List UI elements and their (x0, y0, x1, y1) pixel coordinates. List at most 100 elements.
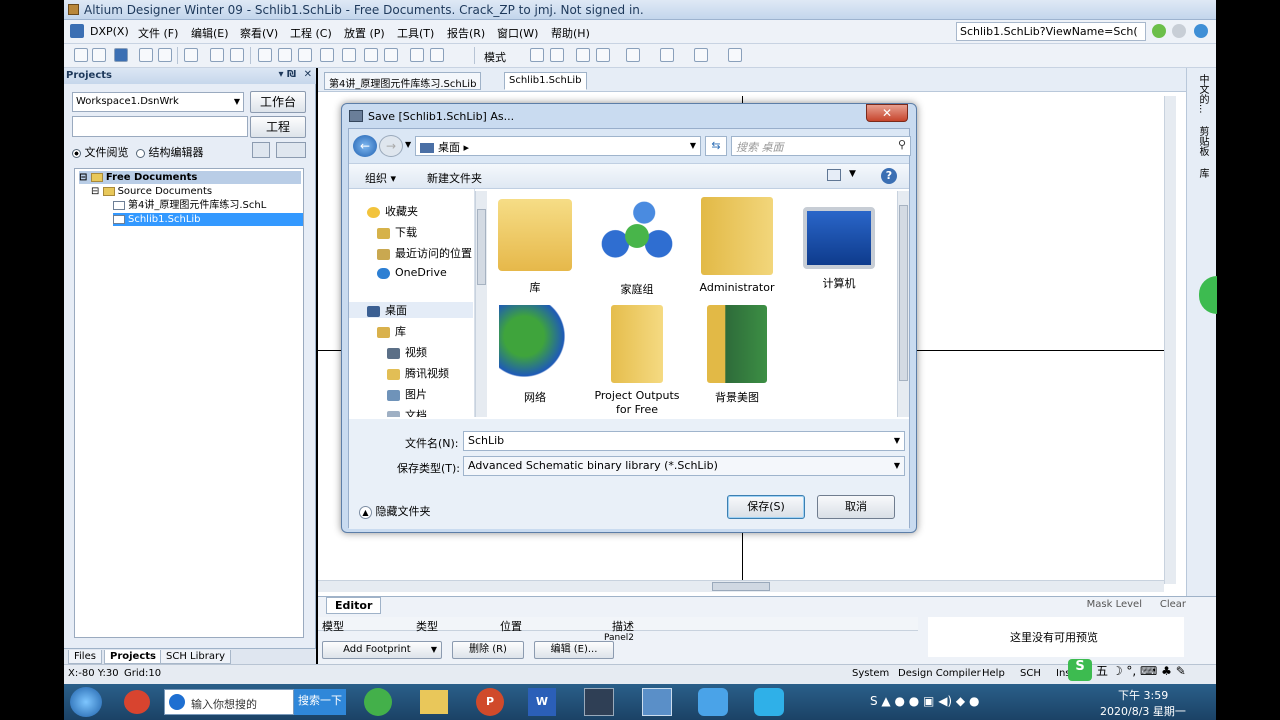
mask-level-button[interactable]: Mask Level (1087, 599, 1142, 610)
rail-tab-2[interactable]: 剪贴板 (1195, 126, 1210, 156)
menu-edit[interactable]: 编辑(E) (191, 25, 229, 41)
menu-reports[interactable]: 报告(R) (447, 25, 485, 41)
menu-dxp[interactable]: DXP(X) (90, 25, 129, 38)
content-scrollbar[interactable] (897, 191, 909, 417)
filename-input[interactable]: SchLib ▼ (463, 431, 905, 451)
altium-icon[interactable] (584, 688, 614, 716)
mode-dropdown[interactable]: 模式 (484, 49, 506, 65)
copy-icon[interactable] (278, 48, 292, 62)
nav-recent[interactable]: 最近访问的位置 (377, 245, 472, 261)
menu-file[interactable]: 文件 (F) (138, 25, 178, 41)
pin-icon[interactable]: ▾ ₪ (278, 69, 296, 80)
nav-scrollbar[interactable] (475, 191, 487, 417)
delete-button[interactable]: 删除 (R) (452, 641, 524, 659)
new-icon[interactable] (74, 48, 88, 62)
item-project-outputs[interactable]: Project Outputs for Free (591, 305, 683, 417)
add-footprint-button[interactable]: Add Footprint ▼ (322, 641, 442, 659)
workspace-button[interactable]: 工作台 (250, 91, 306, 113)
location-breadcrumb[interactable]: 桌面 ▸ ▼ (415, 136, 701, 156)
browser-icon[interactable] (364, 688, 392, 716)
nav-downloads[interactable]: 下载 (377, 224, 417, 240)
print-preview-icon[interactable] (158, 48, 172, 62)
browse-icon[interactable] (184, 48, 198, 62)
tab-doc-2[interactable]: Schlib1.SchLib (504, 72, 587, 90)
powerpoint-icon[interactable]: P (476, 688, 504, 716)
workspace-select[interactable]: Workspace1.DsnWrk ▼ (72, 92, 244, 112)
close-button[interactable]: ✕ (866, 104, 908, 122)
horizontal-scrollbar[interactable] (318, 580, 1164, 592)
item-homegroup[interactable]: 家庭组 (591, 197, 683, 297)
help-icon[interactable]: ? (881, 168, 897, 184)
start-icon[interactable] (70, 687, 102, 717)
item-libraries[interactable]: 库 (489, 197, 581, 295)
scroll-thumb[interactable] (712, 582, 770, 591)
save-button[interactable]: 保存(S) (727, 495, 805, 519)
back-arrow-icon[interactable]: ← (353, 135, 377, 157)
view-chevron-icon[interactable]: ▼ (849, 169, 856, 179)
messenger-icon[interactable] (698, 688, 728, 716)
print-icon[interactable] (139, 48, 153, 62)
item-computer[interactable]: 计算机 (793, 197, 885, 291)
tab-projects[interactable]: Projects (104, 650, 163, 664)
organize-menu[interactable]: 组织 ▾ (365, 170, 396, 186)
tree-item[interactable]: 第4讲_原理图元件库练习.SchL (113, 199, 266, 212)
taskbar-search-button[interactable]: 搜索一下 (294, 689, 346, 715)
menu-help[interactable]: 帮助(H) (551, 25, 590, 41)
tree-item-selected[interactable]: Schlib1.SchLib (113, 213, 303, 226)
project-icon-button[interactable] (252, 142, 270, 158)
nav-pictures[interactable]: 图片 (387, 386, 427, 402)
new-folder-button[interactable]: 新建文件夹 (427, 170, 482, 186)
search-input[interactable]: 搜索 桌面 ⚲ (731, 136, 911, 156)
taskbar-search-input[interactable]: 输入你想搜的 (164, 689, 294, 715)
save-icon[interactable] (114, 48, 128, 62)
menu-view[interactable]: 察看(V) (240, 25, 278, 41)
project-field[interactable] (72, 116, 248, 137)
radio-structure[interactable] (136, 148, 145, 158)
tray-icons[interactable]: S ▲ ● ● ▣ ◀) ◆ ● (870, 694, 979, 708)
window-icon[interactable] (642, 688, 672, 716)
menu-place[interactable]: 放置 (P) (344, 25, 385, 41)
zoom-in-icon[interactable] (210, 48, 224, 62)
editor-tab[interactable]: Editor (326, 597, 382, 614)
tab-sch-library[interactable]: SCH Library (160, 650, 231, 664)
view-options-icon[interactable] (827, 169, 841, 181)
filetype-select[interactable]: Advanced Schematic binary library (*.Sch… (463, 456, 905, 476)
nav-libraries[interactable]: 库 (377, 323, 406, 339)
nav-favorites[interactable]: 收藏夹 (367, 203, 418, 219)
cross-icon[interactable] (342, 48, 356, 62)
project-button[interactable]: 工程 (250, 116, 306, 138)
widget-badge-icon[interactable] (1199, 276, 1217, 314)
menu-project[interactable]: 工程 (C) (290, 25, 332, 41)
component-icon[interactable] (626, 48, 640, 62)
rail-tab-3[interactable]: 库 (1195, 168, 1210, 178)
address-field[interactable]: Schlib1.SchLib?ViewName=Sch( (956, 22, 1146, 41)
redo-icon[interactable] (430, 48, 444, 62)
content-scroll-thumb[interactable] (899, 205, 908, 381)
rail-tab-1[interactable]: 中文的... (1195, 74, 1210, 114)
history-chevron-icon[interactable]: ▼ (405, 140, 411, 149)
vertical-scrollbar[interactable] (1164, 96, 1176, 584)
remove-icon[interactable] (550, 48, 564, 62)
prev-icon[interactable] (576, 48, 590, 62)
nav-onedrive[interactable]: OneDrive (377, 266, 447, 279)
app-360-icon[interactable] (124, 690, 150, 714)
nav-tencent-video[interactable]: 腾讯视频 (387, 365, 449, 381)
clear-icon[interactable] (384, 48, 398, 62)
library-icon[interactable] (728, 48, 742, 62)
item-administrator[interactable]: Administrator (691, 197, 783, 294)
hide-folders-toggle[interactable]: ▲ 隐藏文件夹 (359, 503, 431, 519)
globe-icon[interactable] (1194, 24, 1208, 38)
ime-s-icon[interactable]: S (1068, 659, 1092, 681)
folder-dropdown-button[interactable] (276, 142, 306, 158)
item-network[interactable]: 网络 (489, 305, 581, 405)
open-icon[interactable] (92, 48, 106, 62)
nav-desktop[interactable]: 桌面 (349, 302, 473, 318)
move-icon[interactable] (364, 48, 378, 62)
cancel-button[interactable]: 取消 (817, 495, 895, 519)
radio-file-view[interactable] (72, 148, 81, 158)
next-icon[interactable] (596, 48, 610, 62)
word-icon[interactable]: W (528, 688, 556, 716)
status-help[interactable]: Help (982, 668, 1005, 679)
tree-root[interactable]: ⊟ Free Documents (79, 171, 301, 184)
explorer-icon[interactable] (420, 690, 448, 714)
